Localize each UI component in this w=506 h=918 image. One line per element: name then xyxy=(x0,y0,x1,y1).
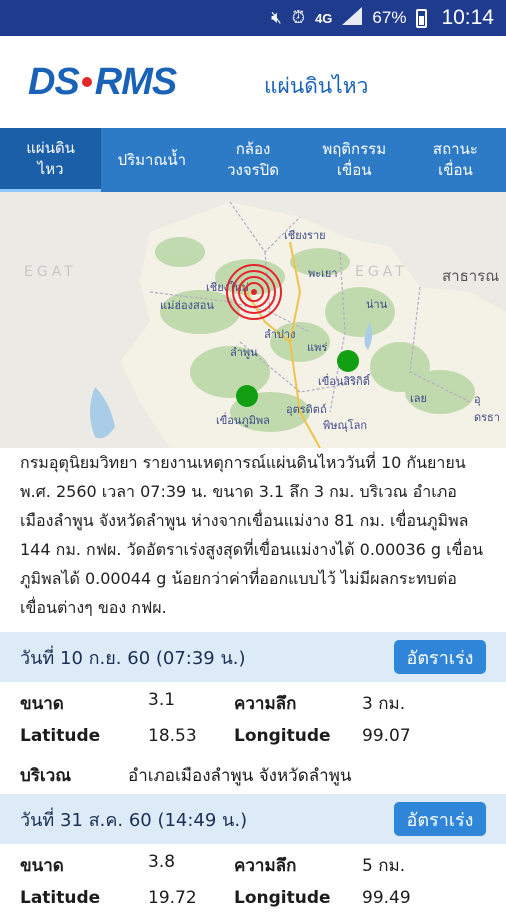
map-label-lampang: ลำปาง xyxy=(264,328,296,341)
network-4g-icon: 4G xyxy=(315,10,333,26)
depth-label: ความลึก xyxy=(234,856,297,876)
area-value: อำเภอเมืองลำพูน จังหวัดลำพูน xyxy=(128,766,352,786)
map-label-mae-hong-son: แม่ฮ่องสอน xyxy=(160,299,214,312)
map-label-chiang-rai: เชียงราย xyxy=(284,229,326,242)
magnitude-label: ขนาด xyxy=(20,856,64,876)
tab-bar: แผ่นดิน ไหว ปริมาณน้ำ กล้อง วงจรปิด พฤติ… xyxy=(0,128,506,192)
clock: 10:14 xyxy=(441,6,494,29)
tab-dam-status[interactable]: สถานะ เขื่อน xyxy=(405,128,506,192)
latitude-value: 18.53 xyxy=(148,726,197,746)
magnitude-value: 3.1 xyxy=(148,690,176,710)
map-label-bhumibol: เขื่อนภูมิพล xyxy=(216,414,270,427)
map-label-sakhon: สาธารณ xyxy=(442,267,500,285)
earthquake-description: กรมอุตุนิยมวิทยา รายงานเหตุการณ์แผ่นดินไ… xyxy=(20,453,484,617)
area-label: บริเวณ xyxy=(20,766,72,786)
dam-marker-bhumibol-icon[interactable] xyxy=(236,385,258,407)
latitude-value: 19.72 xyxy=(148,888,197,908)
map-label-udon: อุดรธา xyxy=(474,393,500,424)
map-label-phitsanulok: พิษณุโลก xyxy=(323,419,368,432)
map-label-uttaradit: อุตรดิตถ์ xyxy=(286,403,327,416)
event-row: ขนาด 3.8 ความลึก 5 กม. xyxy=(0,846,506,882)
acceleration-button[interactable]: อัตราเร่ง xyxy=(394,802,486,836)
longitude-value: 99.49 xyxy=(362,888,411,908)
map-label-phrae: แพร่ xyxy=(307,341,328,354)
acceleration-button[interactable]: อัตราเร่ง xyxy=(394,640,486,674)
event-date: วันที่ 31 ส.ค. 60 (14:49 น.) xyxy=(20,809,248,831)
status-bar: 🔇︎ ⏰︎ 4G 67% 10:14 xyxy=(0,0,506,36)
longitude-value: 99.07 xyxy=(362,726,411,746)
magnitude-value: 3.8 xyxy=(148,852,176,872)
battery-icon xyxy=(416,8,428,28)
earthquake-map[interactable]: EGAT EGAT เชียงราย พะเยา เชียงใหม่ แม่ฮ่… xyxy=(0,192,506,448)
logo-dot-icon xyxy=(81,76,92,87)
depth-label: ความลึก xyxy=(234,694,297,714)
longitude-label: Longitude xyxy=(234,888,331,908)
event-header: วันที่ 31 ส.ค. 60 (14:49 น.) อัตราเร่ง xyxy=(0,794,506,844)
event-date: วันที่ 10 ก.ย. 60 (07:39 น.) xyxy=(20,647,246,669)
dam-marker-sirikit-icon[interactable] xyxy=(337,350,359,372)
epicenter-marker-icon[interactable] xyxy=(224,262,284,322)
alarm-icon: ⏰︎ xyxy=(291,8,306,27)
map-watermark-right: EGAT xyxy=(355,264,408,280)
longitude-label: Longitude xyxy=(234,726,331,746)
event-header: วันที่ 10 ก.ย. 60 (07:39 น.) อัตราเร่ง xyxy=(0,632,506,682)
depth-value: 5 กม. xyxy=(362,856,406,876)
event-row: Latitude 18.53 Longitude 99.07 xyxy=(0,720,506,756)
map-label-sirikit: เขื่อนสิริกิติ์ xyxy=(318,375,370,388)
map-label-lamphun: ลำพูน xyxy=(230,346,258,359)
tab-water-volume[interactable]: ปริมาณน้ำ xyxy=(101,128,202,192)
magnitude-label: ขนาด xyxy=(20,694,64,714)
event-row: บริเวณ อำเภอเมืองลำพูน จังหวัดลำพูน xyxy=(0,756,506,792)
map-label-phayao: พะเยา xyxy=(308,267,338,280)
signal-icon xyxy=(342,6,363,30)
latitude-label: Latitude xyxy=(20,726,101,746)
mute-icon: 🔇︎ xyxy=(271,8,282,27)
map-label-loei: เลย xyxy=(410,392,427,405)
tab-cctv[interactable]: กล้อง วงจรปิด xyxy=(202,128,303,192)
depth-value: 3 กม. xyxy=(362,694,406,714)
app-header: DS RMS แผ่นดินไหว xyxy=(0,36,506,128)
battery-percent: 67% xyxy=(372,8,407,27)
map-watermark-left: EGAT xyxy=(24,264,77,280)
page-title: แผ่นดินไหว xyxy=(264,74,369,98)
tab-earthquake[interactable]: แผ่นดิน ไหว xyxy=(0,128,102,192)
map-label-nan: น่าน xyxy=(366,298,388,311)
event-row: ขนาด 3.1 ความลึก 3 กม. xyxy=(0,684,506,720)
tab-dam-behavior[interactable]: พฤติกรรม เขื่อน xyxy=(304,128,405,192)
latitude-label: Latitude xyxy=(20,888,101,908)
event-row: Latitude 19.72 Longitude 99.49 xyxy=(0,882,506,918)
app-logo: DS RMS xyxy=(28,60,177,103)
